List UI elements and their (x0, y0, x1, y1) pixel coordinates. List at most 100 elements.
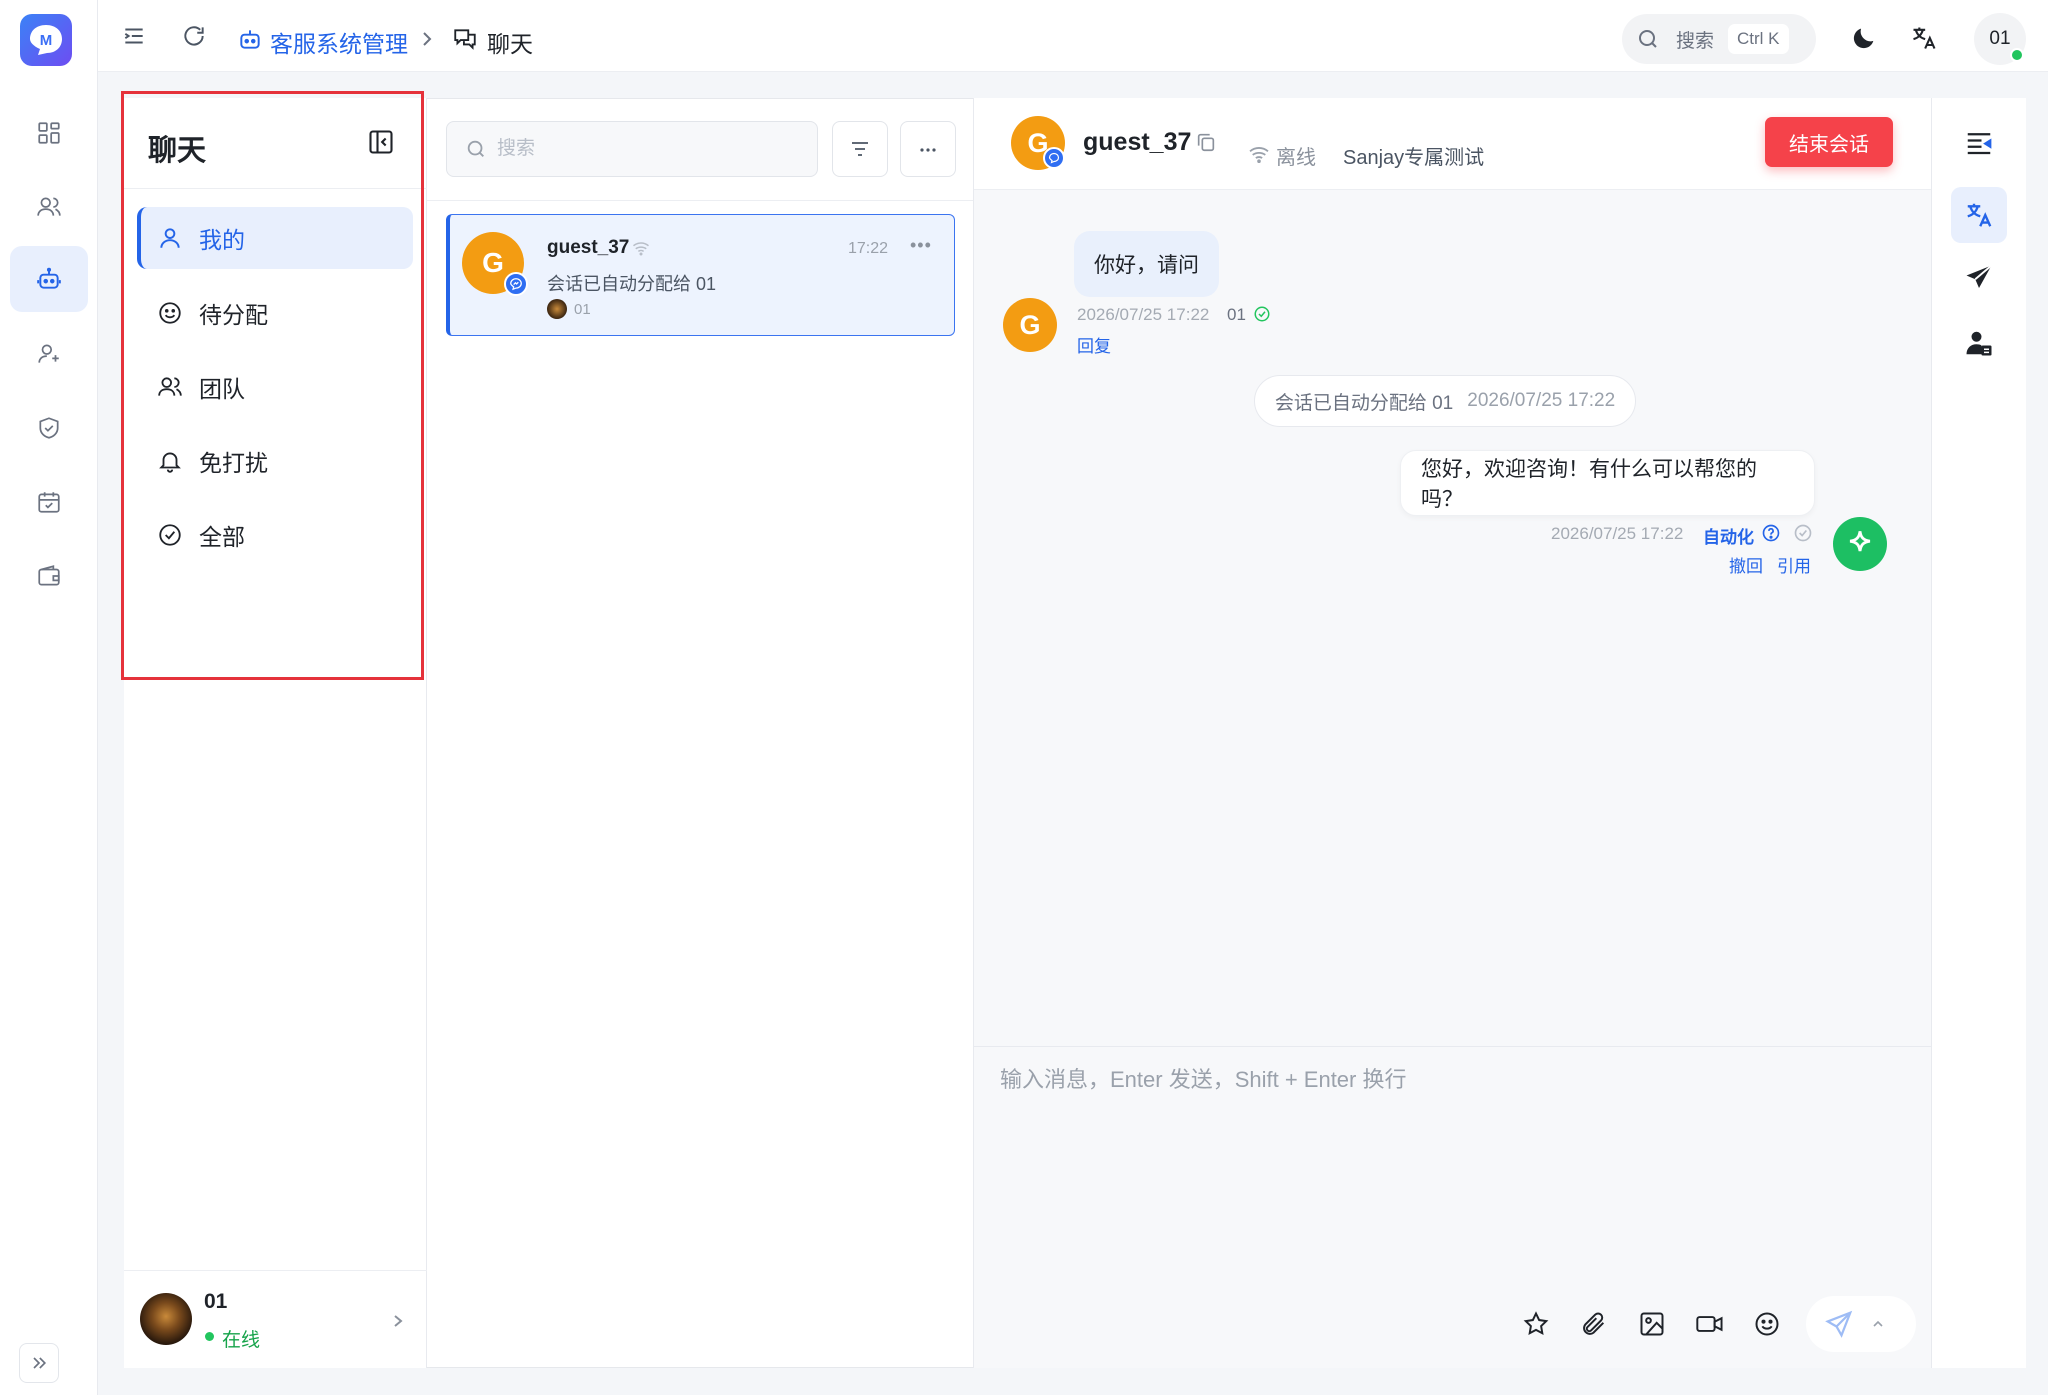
svg-text:M: M (40, 32, 53, 49)
moon-icon[interactable] (1850, 24, 1878, 52)
user-plus-icon (36, 341, 62, 367)
wifi-icon (632, 240, 650, 256)
panel-toggle-icon (1964, 128, 1994, 158)
reply-link[interactable]: 回复 (1077, 332, 1111, 357)
dashboard-icon (36, 120, 62, 146)
chat-contact-name: guest_37 (1083, 128, 1192, 156)
emoji-button[interactable] (1749, 1306, 1785, 1342)
video-icon (1695, 1310, 1725, 1338)
help-icon[interactable] (1761, 523, 1781, 543)
ellipsis-icon (916, 137, 940, 161)
users-icon (36, 194, 62, 220)
rail-security[interactable] (10, 395, 88, 461)
chevron-up-icon[interactable] (1870, 1316, 1886, 1332)
shield-icon (36, 415, 62, 441)
contact-tag: Sanjay专属测试 (1343, 147, 1485, 169)
robot-icon (237, 26, 263, 52)
translate-button[interactable] (1951, 187, 2007, 243)
search-input[interactable] (497, 138, 797, 160)
search-icon (1636, 27, 1660, 51)
avatar: G (1003, 298, 1057, 352)
quick-send-button[interactable] (1951, 250, 2007, 306)
refresh-button[interactable] (178, 20, 210, 52)
end-conversation-button[interactable]: 结束会话 (1765, 117, 1893, 167)
automation-label: 自动化 (1703, 528, 1754, 547)
conversation-name: guest_37 (547, 237, 630, 258)
copy-icon[interactable] (1195, 131, 1217, 153)
video-button[interactable] (1692, 1306, 1728, 1342)
highlight-box (121, 91, 424, 680)
sent-check-icon (1793, 523, 1813, 543)
rail-dashboard[interactable] (10, 100, 88, 166)
conversation-time: 17:22 (848, 240, 889, 257)
rail-service[interactable] (10, 246, 88, 312)
customer-info-button[interactable] (1951, 315, 2007, 371)
filter-icon (848, 137, 872, 161)
translate-icon[interactable] (1910, 24, 1938, 52)
refresh-icon (181, 23, 207, 49)
messenger-icon (504, 272, 528, 296)
rail-add-user[interactable] (10, 321, 88, 387)
attach-button[interactable] (1576, 1306, 1612, 1342)
message-time: 2026/07/25 17:22 (1551, 524, 1684, 543)
chevron-right-icon[interactable] (390, 1310, 406, 1332)
calendar-icon (36, 489, 62, 515)
online-dot (205, 1332, 214, 1341)
image-button[interactable] (1634, 1306, 1670, 1342)
message-time: 2026/07/25 17:22 (1077, 305, 1210, 324)
paper-plane-icon (1964, 263, 1994, 293)
wifi-icon (1248, 145, 1270, 163)
system-message-text: 会话已自动分配给 01 (1274, 392, 1454, 414)
rail-contacts[interactable] (10, 174, 88, 240)
chat-bubbles-icon (452, 26, 478, 52)
divider (124, 1270, 427, 1271)
divider (427, 200, 973, 201)
global-search[interactable]: 搜索 Ctrl K (1622, 14, 1816, 64)
message-input[interactable] (1000, 1062, 1900, 1262)
system-message-time: 2026/07/25 17:22 (1467, 390, 1616, 411)
message-agent: 01 (1227, 305, 1246, 324)
current-user-status[interactable]: 在线 (222, 1325, 260, 1352)
avatar[interactable] (140, 1293, 192, 1345)
bot-sparkle-icon (1833, 517, 1887, 571)
conversation-agent: 01 (574, 301, 591, 318)
send-icon (1824, 1309, 1854, 1339)
rail-wallet[interactable] (10, 543, 88, 609)
translate-icon (1964, 200, 1994, 230)
online-dot (2010, 48, 2024, 62)
breadcrumb-current: 聊天 (487, 31, 533, 57)
quote-link[interactable]: 引用 (1777, 552, 1811, 577)
visitor-message[interactable]: 你好，请问 (1074, 231, 1219, 297)
breadcrumb-home[interactable]: 客服系统管理 (270, 25, 408, 59)
filter-button[interactable] (832, 121, 888, 177)
search-label: 搜索 (1676, 30, 1715, 52)
more-button[interactable] (900, 121, 956, 177)
messenger-icon (1043, 147, 1065, 169)
menu-toggle-button[interactable] (118, 20, 150, 52)
conversation-search[interactable] (446, 121, 818, 177)
ellipsis-icon[interactable]: ••• (910, 235, 932, 256)
image-icon (1638, 1310, 1666, 1338)
bot-message[interactable]: 您好，欢迎咨询！有什么可以帮您的吗？ (1400, 450, 1815, 516)
menu-fold-icon (121, 23, 147, 49)
recall-link[interactable]: 撤回 (1729, 552, 1763, 577)
search-shortcut: Ctrl K (1728, 24, 1789, 54)
toggle-panel-button[interactable] (1951, 115, 2007, 171)
favorite-button[interactable] (1518, 1306, 1554, 1342)
wallet-icon (36, 563, 62, 589)
robot-icon (36, 266, 62, 292)
contact-status: 离线 (1276, 147, 1316, 169)
expand-rail-button[interactable] (19, 1343, 59, 1383)
search-icon (465, 138, 487, 160)
current-user-name: 01 (204, 1290, 228, 1313)
read-check-icon (1253, 305, 1271, 323)
conversation-preview: 会话已自动分配给 01 (547, 274, 717, 294)
chevron-right-icon (420, 28, 434, 50)
agent-avatar (547, 299, 567, 319)
paperclip-icon (1580, 1310, 1608, 1338)
send-button[interactable] (1806, 1296, 1916, 1352)
app-logo[interactable]: M (20, 14, 72, 66)
emoji-icon (1753, 1310, 1781, 1338)
rail-calendar[interactable] (10, 469, 88, 535)
star-icon (1522, 1310, 1550, 1338)
